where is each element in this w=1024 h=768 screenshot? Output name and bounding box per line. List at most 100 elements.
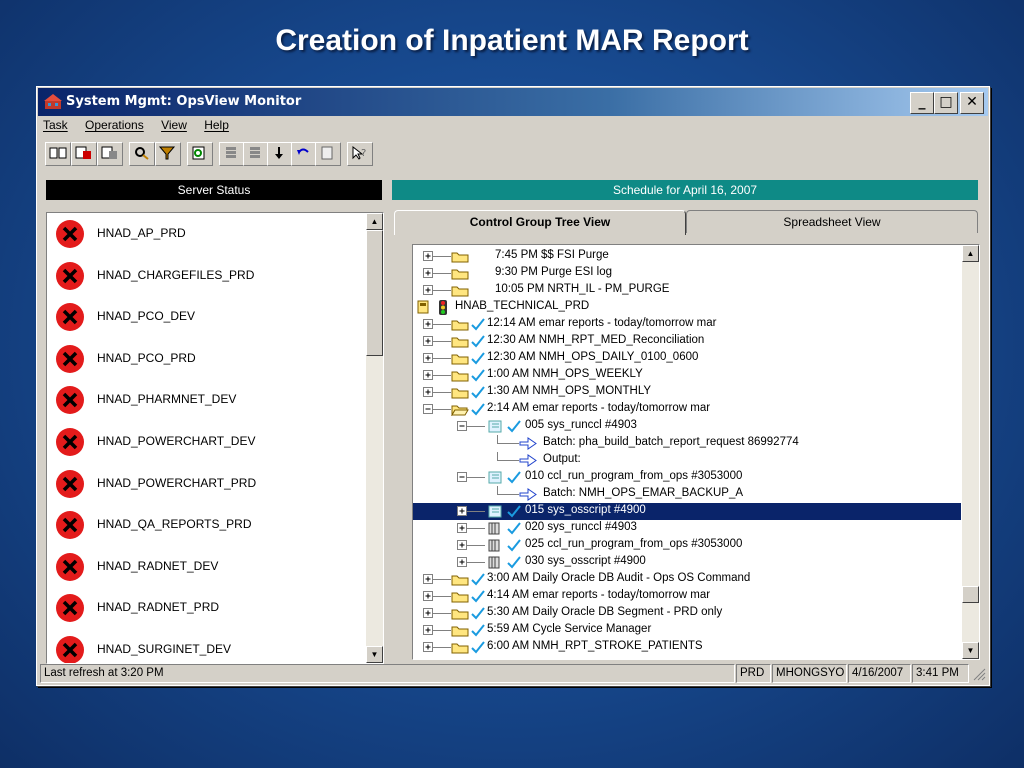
tree-row[interactable]: 1:30 AM NMH_OPS_MONTHLY <box>413 384 961 401</box>
server-name: HNAD_PCO_DEV <box>97 309 196 324</box>
toolbar-stack2-button[interactable] <box>243 142 269 166</box>
toolbar-ab-button[interactable] <box>45 142 71 166</box>
folder-icon <box>451 609 469 620</box>
tree-scroll-up-button[interactable]: ▲ <box>962 245 979 262</box>
tree-label: 015 sys_osscript #4900 <box>525 504 646 516</box>
scroll-up-button[interactable]: ▲ <box>366 213 383 230</box>
toolbar-undo-button[interactable] <box>291 142 317 166</box>
server-name: HNAD_CHARGEFILES_PRD <box>97 267 255 282</box>
folder-icon <box>451 643 469 654</box>
tree-row[interactable]: 12:14 AM emar reports - today/tomorrow m… <box>413 316 961 333</box>
tree-scroll-thumb[interactable] <box>962 586 979 603</box>
toolbar-report2-button[interactable] <box>97 142 123 166</box>
resize-grip-icon[interactable] <box>972 667 986 681</box>
toolbar-down-button[interactable] <box>267 142 293 166</box>
tree-row[interactable]: 030 sys_osscript #4900 <box>413 554 961 571</box>
tree-row[interactable]: 3:00 AM Daily Oracle DB Audit - Ops OS C… <box>413 571 961 588</box>
toolbar-report-button[interactable] <box>71 142 97 166</box>
tree-row[interactable]: Batch: pha_build_batch_report_request 86… <box>413 435 961 452</box>
undo-icon <box>297 148 309 155</box>
server-status-header: Server Status <box>46 180 382 200</box>
tree-label: 030 sys_osscript #4900 <box>525 555 646 567</box>
check-icon <box>507 556 521 569</box>
tree-label: 12:30 AM NMH_RPT_MED_Reconciliation <box>487 334 705 346</box>
toolbar-help-button[interactable]: ? <box>347 142 373 166</box>
check-icon <box>471 386 485 399</box>
tree-row[interactable]: 5:30 AM Daily Oracle DB Segment - PRD on… <box>413 605 961 622</box>
check-icon <box>507 539 521 552</box>
tree-label: 020 sys_runccl #4903 <box>525 521 637 533</box>
refresh-icon <box>192 146 205 160</box>
tree-row[interactable]: 7:45 PM $$ FSI Purge <box>413 248 961 265</box>
tree-label: 12:30 AM NMH_OPS_DAILY_0100_0600 <box>487 351 699 363</box>
tree-row[interactable]: 025 ccl_run_program_from_ops #3053000 <box>413 537 961 554</box>
tab-control-group-tree[interactable]: Control Group Tree View <box>394 210 686 235</box>
tree-label: 005 sys_runccl #4903 <box>525 419 637 431</box>
tree-scrollbar[interactable]: ▲ ▼ <box>962 245 979 659</box>
tree-label: 5:59 AM Cycle Service Manager <box>487 623 652 635</box>
toolbar-search-button[interactable] <box>129 142 155 166</box>
toolbar-refresh-button[interactable] <box>187 142 213 166</box>
menu-view[interactable]: View <box>161 118 187 132</box>
tree-row[interactable]: 010 ccl_run_program_from_ops #3053000 <box>413 469 961 486</box>
error-x-icon <box>56 386 84 415</box>
server-item[interactable]: HNAD_SURGINET_DEV <box>47 629 363 663</box>
scroll-thumb[interactable] <box>366 230 383 356</box>
tree-row[interactable]: 9:30 PM Purge ESI log <box>413 265 961 282</box>
server-item[interactable]: HNAD_PHARMNET_DEV <box>47 379 363 421</box>
tree-row[interactable]: 12:30 AM NMH_OPS_DAILY_0100_0600 <box>413 350 961 367</box>
tree-row[interactable]: 020 sys_runccl #4903 <box>413 520 961 537</box>
tree-row[interactable]: 2:14 AM emar reports - today/tomorrow ma… <box>413 401 961 418</box>
tree-row[interactable]: 1:00 AM NMH_OPS_WEEKLY <box>413 367 961 384</box>
job-stack-icon <box>488 539 500 552</box>
tree-row[interactable]: 10:05 PM NRTH_IL - PM_PURGE <box>413 282 961 299</box>
toolbar-doc-button[interactable] <box>315 142 341 166</box>
tree-label: 2:14 AM emar reports - today/tomorrow ma… <box>487 402 711 414</box>
error-x-icon <box>56 552 84 581</box>
scroll-down-button[interactable]: ▼ <box>366 646 383 663</box>
server-list-scrollbar[interactable]: ▲ ▼ <box>366 213 383 663</box>
tree-label: HNAB_TECHNICAL_PRD <box>455 300 590 312</box>
server-item[interactable]: HNAD_AP_PRD <box>47 213 363 255</box>
minimize-button[interactable]: _ <box>910 92 934 114</box>
tree-row[interactable]: 005 sys_runccl #4903 <box>413 418 961 435</box>
batch-arrow-icon <box>519 437 537 450</box>
menu-task[interactable]: Task <box>43 118 68 132</box>
server-name: HNAD_AP_PRD <box>97 226 186 240</box>
server-item[interactable]: HNAD_POWERCHART_PRD <box>47 463 363 505</box>
tree-scroll-down-button[interactable]: ▼ <box>962 642 979 659</box>
server-item[interactable]: HNAD_QA_REPORTS_PRD <box>47 504 363 546</box>
folder-icon <box>451 354 469 365</box>
error-x-icon <box>56 344 84 373</box>
tree-label: 5:30 AM Daily Oracle DB Segment - PRD on… <box>487 606 723 618</box>
job-stack-icon <box>488 522 500 535</box>
view-tabs: Control Group Tree View Spreadsheet View <box>392 210 978 235</box>
server-item[interactable]: HNAD_PCO_PRD <box>47 338 363 380</box>
tree-row[interactable]: Output: <box>413 452 961 469</box>
job-stack-icon <box>488 556 500 569</box>
tree-row[interactable]: 015 sys_osscript #4900 <box>413 503 961 520</box>
maximize-button[interactable]: □ <box>934 92 958 114</box>
tab-spreadsheet-view[interactable]: Spreadsheet View <box>686 210 978 233</box>
toolbar-filter-button[interactable] <box>155 142 181 166</box>
tree-row[interactable]: 4:14 AM emar reports - today/tomorrow ma… <box>413 588 961 605</box>
server-name: HNAD_POWERCHART_DEV <box>97 433 256 448</box>
error-x-icon <box>56 261 84 290</box>
menu-help[interactable]: Help <box>204 118 229 132</box>
toolbar-stack-button[interactable] <box>219 142 245 166</box>
stack-icon <box>226 147 236 158</box>
server-item[interactable]: HNAD_RADNET_DEV <box>47 546 363 588</box>
server-item[interactable]: HNAD_RADNET_PRD <box>47 587 363 629</box>
close-button[interactable]: ✕ <box>960 92 984 114</box>
menu-operations[interactable]: Operations <box>85 118 144 132</box>
server-item[interactable]: HNAD_PCO_DEV <box>47 296 363 338</box>
server-item[interactable]: HNAD_CHARGEFILES_PRD <box>47 255 363 297</box>
server-item[interactable]: HNAD_POWERCHART_DEV <box>47 421 363 463</box>
tree-row[interactable]: 5:59 AM Cycle Service Manager <box>413 622 961 639</box>
tree-row[interactable]: 12:30 AM NMH_RPT_MED_Reconciliation <box>413 333 961 350</box>
toolbar: ? <box>45 142 385 168</box>
tree-row[interactable]: 6:00 AM NMH_RPT_STROKE_PATIENTS <box>413 639 961 656</box>
title-bar[interactable]: System Mgmt: OpsView Monitor _ □ ✕ <box>38 88 988 116</box>
tree-row[interactable]: Batch: NMH_OPS_EMAR_BACKUP_A <box>413 486 961 503</box>
tree-row[interactable]: HNAB_TECHNICAL_PRD <box>413 299 961 316</box>
